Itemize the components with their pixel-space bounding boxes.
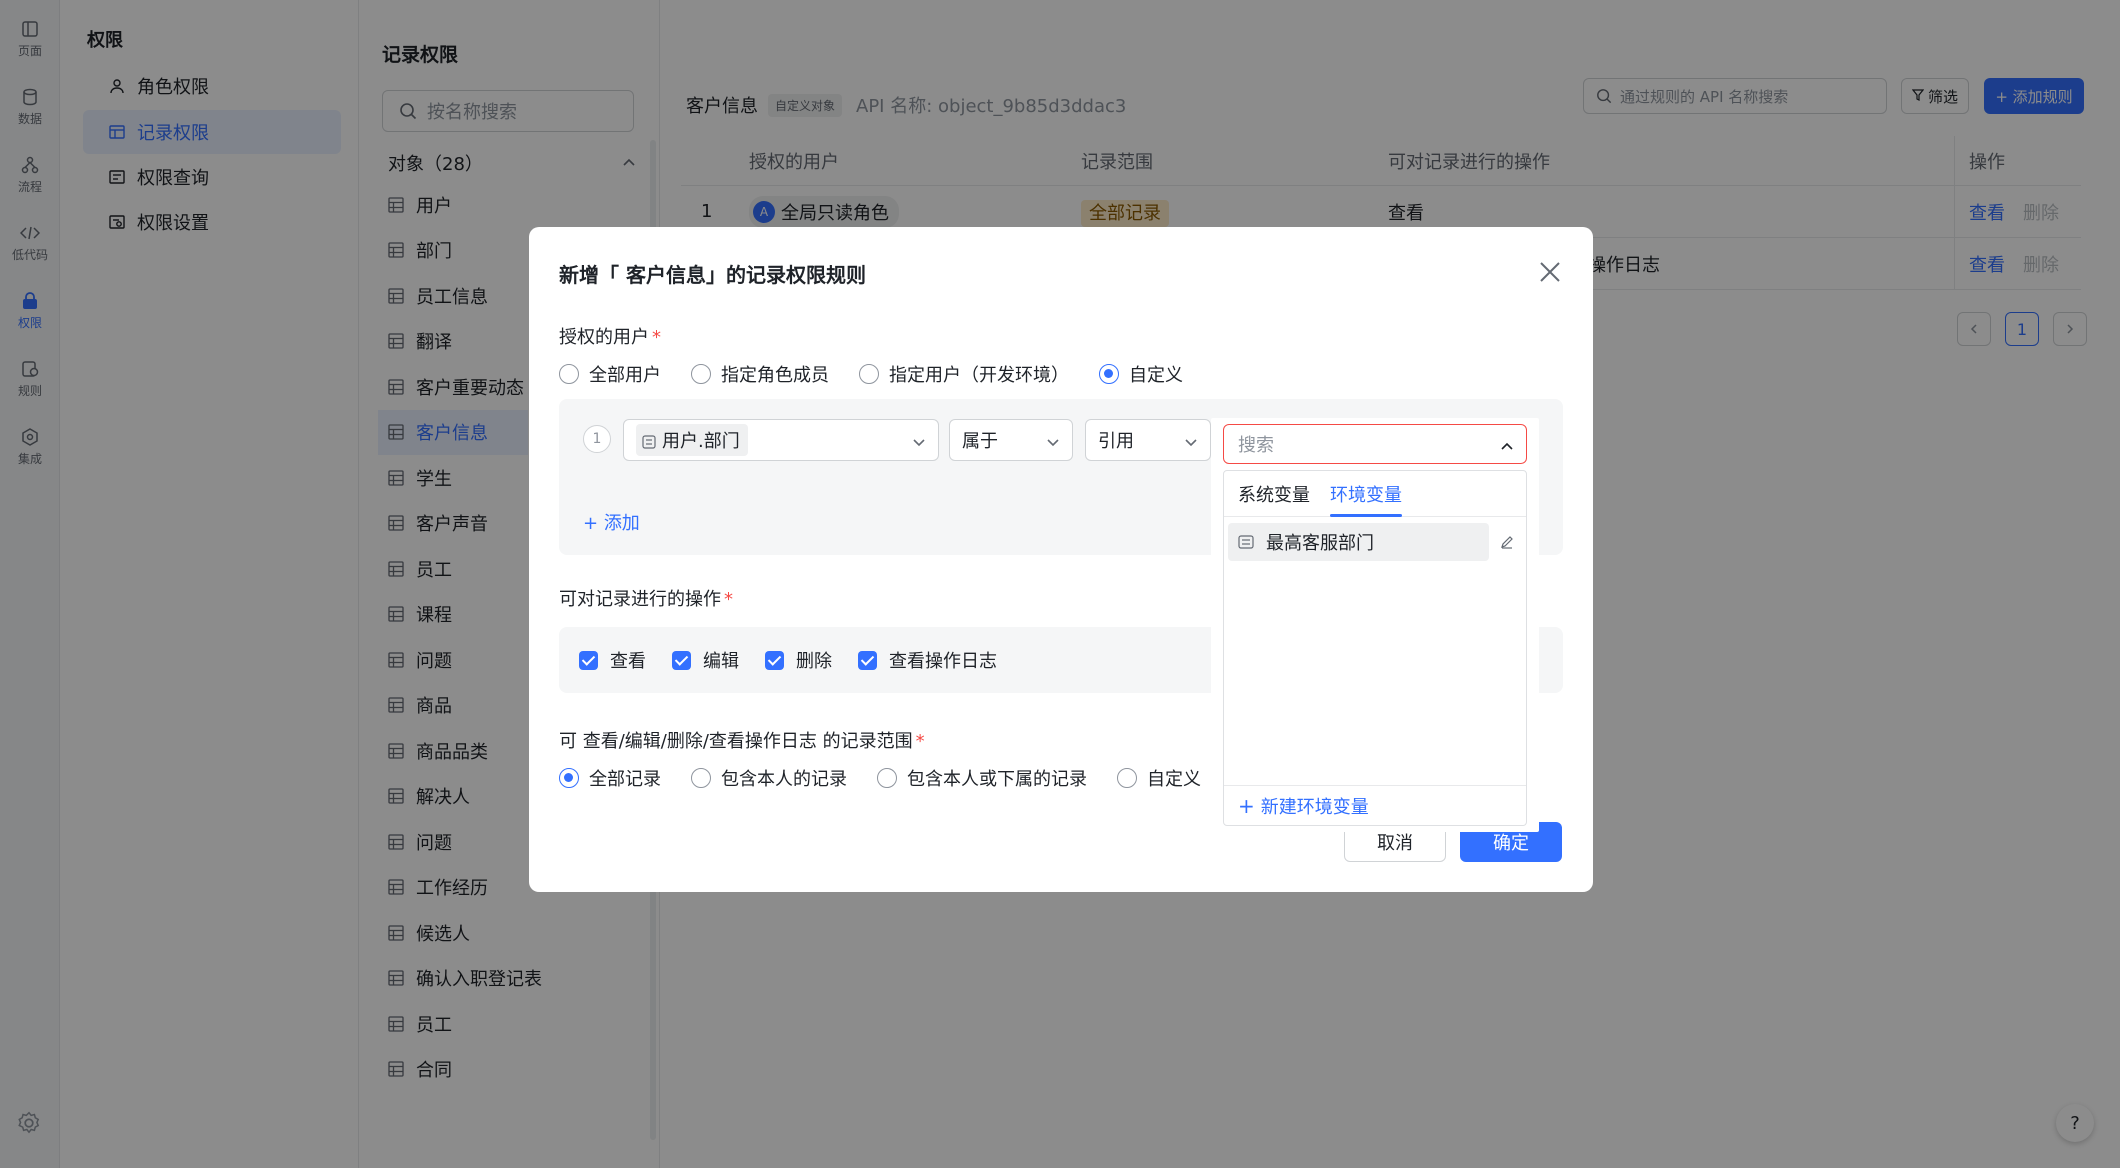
radio-specific-users[interactable]: 指定用户（开发环境） [859,361,1069,387]
variable-option[interactable]: 最高客服部门 [1228,523,1520,561]
tab-env-variables[interactable]: 环境变量 [1330,471,1402,517]
radio-role-members[interactable]: 指定角色成员 [691,361,829,387]
modal-title: 新增「 客户信息」的记录权限规则 [559,263,866,287]
edit-icon[interactable] [1494,529,1520,555]
user-type-radio-group: 全部用户 指定角色成员 指定用户（开发环境） 自定义 [559,361,1213,387]
variable-dropdown: 搜索 系统变量 环境变量 最高客服部门 + 新建环境变量 [1211,418,1539,832]
plus-icon: + [1238,793,1255,818]
condition-index: 1 [583,425,611,453]
list-icon [1238,534,1254,550]
close-icon[interactable] [1537,259,1563,285]
radio-own-records[interactable]: 包含本人的记录 [691,765,847,791]
variable-tabs: 系统变量 环境变量 [1224,471,1526,517]
variable-option-label: 最高客服部门 [1266,533,1374,554]
ops-section-label: 可对记录进行的操作 * [559,589,733,610]
plus-icon: + [583,513,604,534]
variable-search-input[interactable]: 搜索 [1223,424,1527,464]
tab-system-variables[interactable]: 系统变量 [1238,471,1310,517]
radio-all-users[interactable]: 全部用户 [559,361,661,387]
field-chip: 用户.部门 [636,424,748,456]
field-icon [642,433,656,449]
users-section-label: 授权的用户 * [559,327,661,348]
value-type-select[interactable]: 引用 [1085,419,1211,461]
chevron-up-icon [1500,437,1514,451]
radio-custom[interactable]: 自定义 [1099,361,1183,387]
checkbox-view-log[interactable]: 查看操作日志 [858,647,997,673]
field-select[interactable]: 用户.部门 [623,419,939,461]
chevron-down-icon [912,433,926,447]
checkbox-delete[interactable]: 删除 [765,647,832,673]
add-condition-button[interactable]: + 添加 [583,509,640,535]
checkbox-view[interactable]: 查看 [579,647,646,673]
checkbox-edit[interactable]: 编辑 [672,647,739,673]
chevron-down-icon [1046,433,1060,447]
variable-panel: 系统变量 环境变量 最高客服部门 + 新建环境变量 [1223,470,1527,826]
scope-radio-group: 全部记录 包含本人的记录 包含本人或下属的记录 自定义 [559,765,1231,791]
radio-all-records[interactable]: 全部记录 [559,765,661,791]
scope-section-label: 可 查看/编辑/删除/查看操作日志 的记录范围 * [559,731,925,752]
radio-own-or-subordinate[interactable]: 包含本人或下属的记录 [877,765,1087,791]
operator-select[interactable]: 属于 [949,419,1073,461]
radio-scope-custom[interactable]: 自定义 [1117,765,1201,791]
chevron-down-icon [1184,433,1198,447]
new-env-variable-button[interactable]: + 新建环境变量 [1224,785,1526,825]
